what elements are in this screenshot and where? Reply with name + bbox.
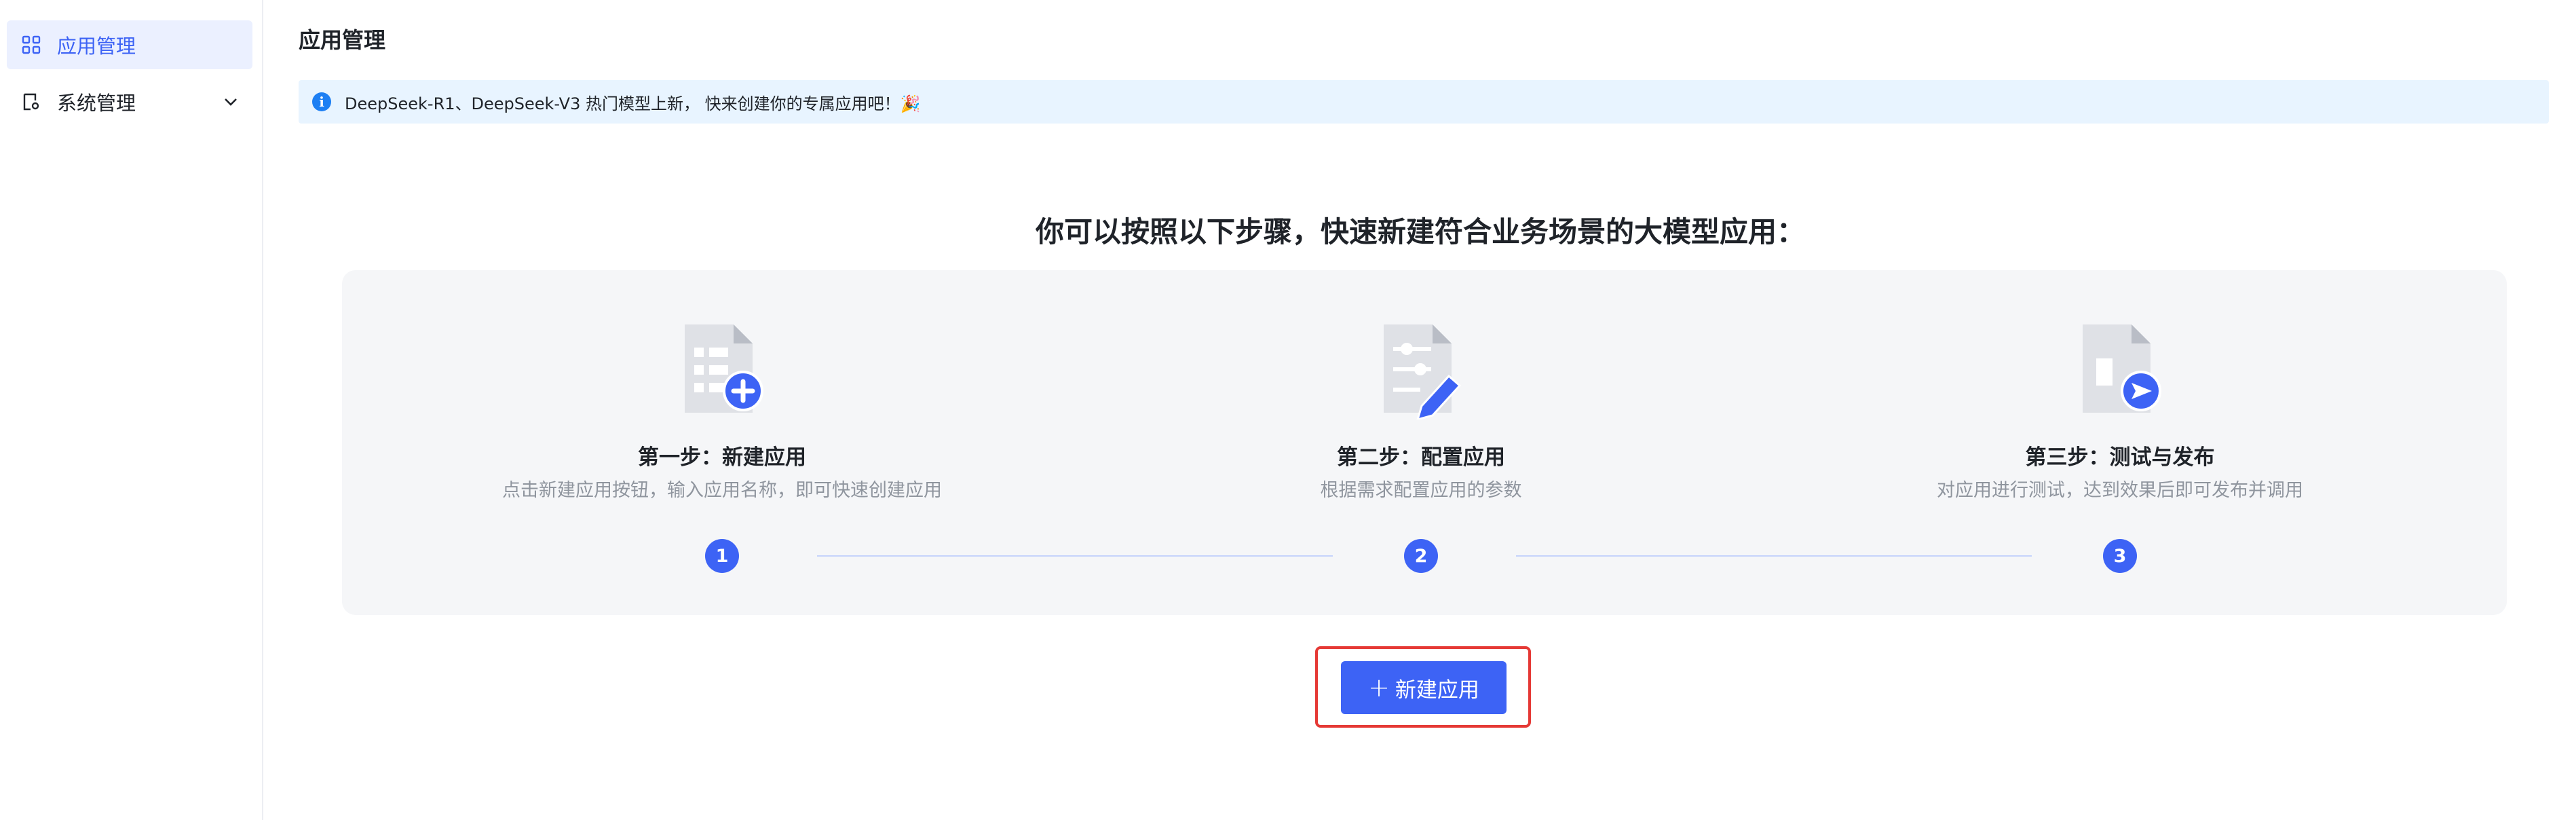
sidebar: 应用管理 系统管理 bbox=[0, 0, 263, 820]
step-title: 第一步：新建应用 bbox=[638, 445, 806, 470]
sidebar-item-system-management[interactable]: 系统管理 bbox=[7, 77, 252, 126]
step-description: 对应用进行测试，达到效果后即可发布并调用 bbox=[1937, 480, 2303, 501]
main-content: 应用管理 i DeepSeek-R1、DeepSeek-V3 热门模型上新， 快… bbox=[265, 0, 2576, 820]
step-number: 3 bbox=[2103, 539, 2137, 573]
new-app-button[interactable]: + 新建应用 bbox=[1341, 661, 1507, 714]
settings-doc-icon bbox=[18, 88, 45, 115]
step-number: 2 bbox=[1404, 539, 1438, 573]
step-2: 第二步：配置应用 根据需求配置应用的参数 2 bbox=[1116, 270, 1726, 615]
step-number: 1 bbox=[705, 539, 739, 573]
step-1: 第一步：新建应用 点击新建应用按钮，输入应用名称，即可快速创建应用 1 bbox=[417, 270, 1027, 615]
chevron-down-icon[interactable] bbox=[220, 91, 242, 113]
step-title: 第二步：配置应用 bbox=[1337, 445, 1505, 470]
sidebar-item-label: 应用管理 bbox=[57, 35, 136, 58]
plus-icon: + bbox=[1368, 673, 1390, 703]
notice-text: DeepSeek-R1、DeepSeek-V3 热门模型上新， 快来创建你的专属… bbox=[345, 94, 921, 113]
config-doc-icon bbox=[1384, 324, 1462, 420]
publish-doc-icon bbox=[2083, 324, 2161, 413]
step-description: 点击新建应用按钮，输入应用名称，即可快速创建应用 bbox=[502, 480, 942, 501]
step-description: 根据需求配置应用的参数 bbox=[1320, 480, 1522, 501]
step-3: 第三步：测试与发布 对应用进行测试，达到效果后即可发布并调用 3 bbox=[1815, 270, 2425, 615]
page-title: 应用管理 bbox=[299, 27, 386, 53]
sidebar-item-label: 系统管理 bbox=[57, 92, 136, 115]
grid-icon bbox=[18, 31, 45, 58]
new-app-button-label: 新建应用 bbox=[1395, 677, 1479, 703]
sidebar-item-app-management[interactable]: 应用管理 bbox=[7, 20, 252, 69]
info-icon: i bbox=[312, 92, 331, 111]
step-title: 第三步：测试与发布 bbox=[2025, 445, 2215, 470]
new-app-highlight: + 新建应用 bbox=[1315, 646, 1531, 728]
new-doc-icon bbox=[685, 324, 763, 413]
steps-panel: 第一步：新建应用 点击新建应用按钮，输入应用名称，即可快速创建应用 1 第二步：… bbox=[342, 270, 2507, 615]
steps-headline: 你可以按照以下步骤，快速新建符合业务场景的大模型应用： bbox=[1035, 215, 1805, 248]
notice-banner: i DeepSeek-R1、DeepSeek-V3 热门模型上新， 快来创建你的… bbox=[299, 80, 2549, 124]
